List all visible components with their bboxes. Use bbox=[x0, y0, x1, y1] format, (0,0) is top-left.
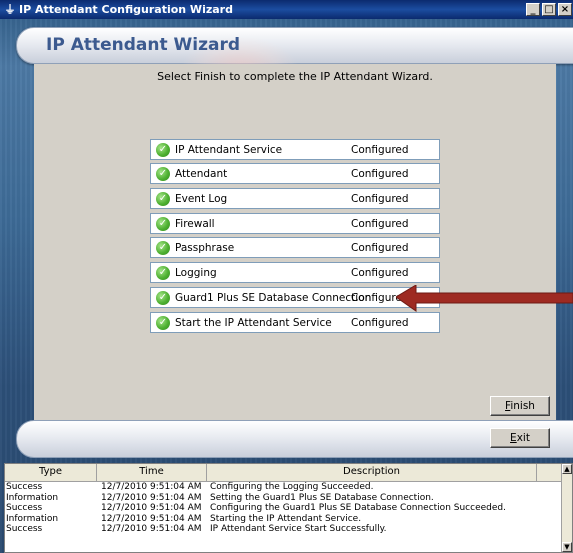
column-header-description[interactable]: Description bbox=[207, 464, 537, 481]
step-item: ✓ Start the IP Attendant Service Configu… bbox=[150, 312, 440, 333]
row-time: 12/7/2010 9:51:04 AM bbox=[101, 482, 202, 492]
row-type: Information bbox=[6, 513, 59, 524]
maximize-button[interactable]: □ bbox=[542, 3, 556, 16]
minimize-button[interactable]: _ bbox=[526, 3, 540, 16]
step-item: ✓ Firewall Configured bbox=[150, 213, 440, 234]
step-status: Configured bbox=[351, 167, 409, 180]
scroll-down-icon[interactable]: ▼ bbox=[562, 542, 572, 552]
checkmark-icon: ✓ bbox=[156, 142, 170, 157]
checkmark-icon: ✓ bbox=[156, 166, 170, 181]
row-description: Starting the IP Attendant Service. bbox=[210, 513, 362, 524]
exit-button[interactable]: Exit bbox=[490, 428, 550, 448]
row-time: 12/7/2010 9:51:04 AM bbox=[101, 524, 202, 534]
column-header-time[interactable]: Time bbox=[97, 464, 207, 481]
checkmark-icon: ✓ bbox=[156, 240, 170, 255]
table-row[interactable]: Information 12/7/2010 9:51:04 AM Setting… bbox=[5, 493, 572, 504]
row-type: Success bbox=[6, 503, 43, 513]
step-name: Passphrase bbox=[175, 241, 235, 254]
step-item: ✓ Passphrase Configured bbox=[150, 237, 440, 258]
step-status: Configured bbox=[351, 241, 409, 254]
window-controls: _ □ × bbox=[524, 3, 572, 16]
close-button[interactable]: × bbox=[558, 3, 572, 16]
checkmark-icon: ✓ bbox=[156, 216, 170, 231]
checkmark-icon: ✓ bbox=[156, 290, 170, 305]
finish-label: inish bbox=[510, 400, 535, 412]
checkmark-icon: ✓ bbox=[156, 315, 170, 330]
row-description: Configuring the Guard1 Plus SE Database … bbox=[210, 503, 506, 513]
step-name: Firewall bbox=[175, 217, 215, 230]
step-status: Configured bbox=[351, 217, 409, 230]
step-item: ✓ Attendant Configured bbox=[150, 163, 440, 184]
finish-button[interactable]: Finish bbox=[490, 396, 550, 416]
step-item: ✓ Logging Configured bbox=[150, 262, 440, 283]
page-title: IP Attendant Wizard bbox=[46, 35, 241, 55]
step-status: Configured bbox=[351, 192, 409, 205]
title-bar: ⏚ IP Attendant Configuration Wizard _ □ … bbox=[0, 0, 573, 19]
exit-accelerator: E bbox=[510, 432, 517, 444]
table-row[interactable]: Success 12/7/2010 9:51:04 AM Configuring… bbox=[5, 503, 572, 514]
step-item: ✓ Event Log Configured bbox=[150, 188, 440, 209]
step-status: Configured bbox=[351, 143, 409, 156]
column-header-type[interactable]: Type bbox=[5, 464, 97, 481]
highlight-arrow-icon bbox=[396, 285, 573, 312]
app-icon: ⏚ bbox=[4, 2, 16, 16]
row-type: Success bbox=[6, 482, 43, 492]
event-log-table[interactable]: Type Time Description Success 12/7/2010 … bbox=[4, 463, 573, 553]
step-name: Attendant bbox=[175, 167, 228, 180]
window-title: IP Attendant Configuration Wizard bbox=[19, 3, 233, 16]
row-type: Success bbox=[6, 524, 43, 534]
table-row[interactable]: Success 12/7/2010 9:51:04 AM IP Attendan… bbox=[5, 524, 572, 535]
exit-label: xit bbox=[516, 432, 530, 444]
row-time: 12/7/2010 9:51:04 AM bbox=[101, 513, 202, 524]
table-header: Type Time Description bbox=[5, 464, 572, 482]
row-description: Configuring the Logging Succeeded. bbox=[210, 482, 374, 492]
step-status: Configured bbox=[351, 316, 409, 329]
step-name: Guard1 Plus SE Database Connection bbox=[175, 291, 372, 304]
row-type: Information bbox=[6, 492, 59, 503]
step-name: IP Attendant Service bbox=[175, 143, 283, 156]
instruction-text: Select Finish to complete the IP Attenda… bbox=[157, 70, 433, 83]
row-time: 12/7/2010 9:51:04 AM bbox=[101, 492, 202, 503]
checkmark-icon: ✓ bbox=[156, 191, 170, 206]
row-time: 12/7/2010 9:51:04 AM bbox=[101, 503, 202, 513]
table-row[interactable]: Information 12/7/2010 9:51:04 AM Startin… bbox=[5, 514, 572, 525]
row-description: Setting the Guard1 Plus SE Database Conn… bbox=[210, 492, 434, 503]
step-name: Event Log bbox=[175, 192, 228, 205]
table-row[interactable]: Success 12/7/2010 9:51:04 AM Configuring… bbox=[5, 482, 572, 493]
column-header-extra[interactable] bbox=[537, 464, 562, 481]
step-status: Configured bbox=[351, 266, 409, 279]
step-name: Logging bbox=[175, 266, 217, 279]
scroll-up-icon[interactable]: ▲ bbox=[562, 464, 572, 474]
step-name: Start the IP Attendant Service bbox=[175, 316, 332, 329]
step-item: ✓ IP Attendant Service Configured bbox=[150, 139, 440, 160]
row-description: IP Attendant Service Start Successfully. bbox=[210, 524, 387, 534]
vertical-scrollbar[interactable]: ▲ ▼ bbox=[561, 464, 572, 552]
checkmark-icon: ✓ bbox=[156, 265, 170, 280]
